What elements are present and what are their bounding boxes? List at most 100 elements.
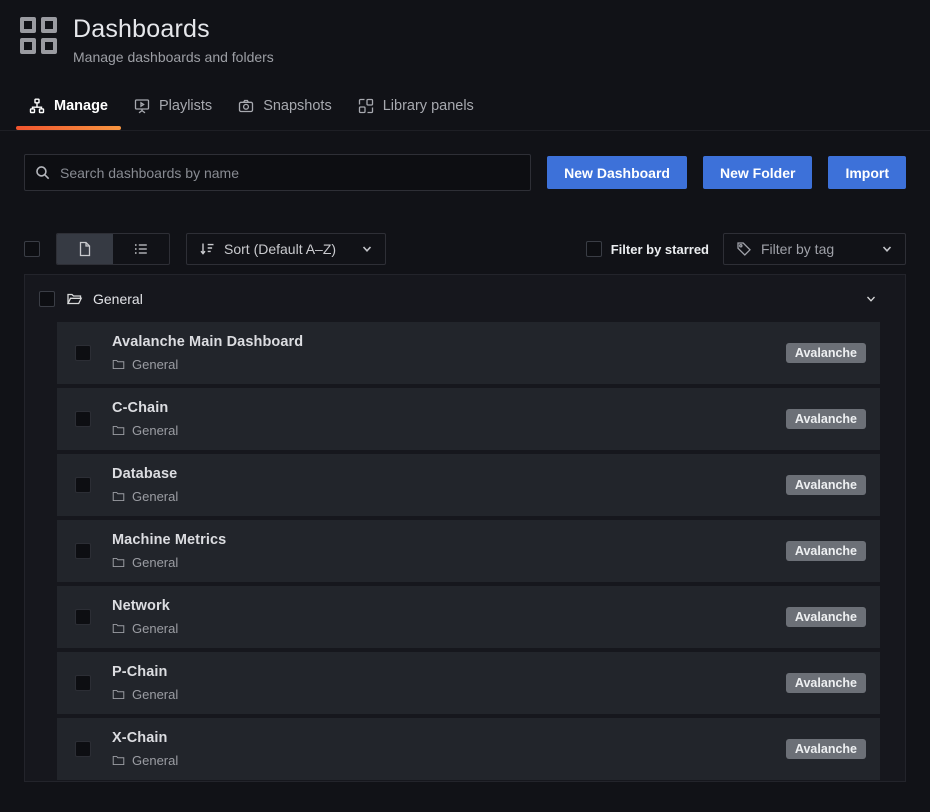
dashboard-folder-label: General bbox=[132, 357, 178, 372]
folder-icon bbox=[112, 490, 125, 503]
folder-icon bbox=[112, 622, 125, 635]
dashboard-folder-meta: General bbox=[112, 357, 303, 372]
dashboard-folder-meta: General bbox=[112, 687, 178, 702]
chevron-down-icon bbox=[361, 243, 373, 255]
tab-label: Library panels bbox=[383, 98, 474, 114]
sort-amount-down-icon bbox=[199, 241, 215, 257]
folder-section: General Avalanche Main Dashboard General… bbox=[24, 274, 906, 782]
select-all-checkbox[interactable] bbox=[24, 241, 40, 257]
dashboard-info: Network General bbox=[112, 598, 178, 636]
row-checkbox[interactable] bbox=[75, 543, 91, 559]
dashboard-folder-meta: General bbox=[112, 423, 178, 438]
folder-icon bbox=[112, 556, 125, 569]
folder-icon bbox=[112, 688, 125, 701]
page-subtitle: Manage dashboards and folders bbox=[73, 49, 274, 65]
new-folder-button[interactable]: New Folder bbox=[703, 156, 812, 189]
search-row: New Dashboard New Folder Import bbox=[24, 154, 906, 191]
row-checkbox[interactable] bbox=[75, 675, 91, 691]
library-panels-icon bbox=[358, 98, 374, 114]
filter-starred-checkbox[interactable] bbox=[586, 241, 602, 257]
sort-dropdown[interactable]: Sort (Default A–Z) bbox=[186, 233, 386, 265]
dashboard-folder-label: General bbox=[132, 423, 178, 438]
new-dashboard-button[interactable]: New Dashboard bbox=[547, 156, 687, 189]
import-button[interactable]: Import bbox=[828, 156, 906, 189]
folder-name: General bbox=[93, 291, 143, 307]
dashboard-tag[interactable]: Avalanche bbox=[786, 343, 866, 364]
dashboard-title[interactable]: Network bbox=[112, 598, 178, 614]
dashboard-tag[interactable]: Avalanche bbox=[786, 541, 866, 562]
dashboard-folder-meta: General bbox=[112, 489, 178, 504]
dashboard-row[interactable]: Database General Avalanche bbox=[57, 454, 880, 516]
chevron-down-icon bbox=[881, 243, 893, 255]
dashboard-row[interactable]: Network General Avalanche bbox=[57, 586, 880, 648]
dashboard-folder-label: General bbox=[132, 489, 178, 504]
dashboard-row[interactable]: X-Chain General Avalanche bbox=[57, 718, 880, 780]
camera-icon bbox=[238, 98, 254, 114]
list-icon bbox=[133, 241, 149, 257]
dashboard-info: Machine Metrics General bbox=[112, 532, 226, 570]
tag-icon bbox=[736, 241, 752, 257]
dashboard-title[interactable]: P-Chain bbox=[112, 664, 178, 680]
sort-label: Sort (Default A–Z) bbox=[224, 241, 336, 257]
filter-tag-dropdown[interactable]: Filter by tag bbox=[723, 233, 906, 265]
chevron-down-icon[interactable] bbox=[865, 293, 877, 305]
dashboard-folder-label: General bbox=[132, 621, 178, 636]
dashboard-folder-label: General bbox=[132, 753, 178, 768]
dashboard-title[interactable]: Machine Metrics bbox=[112, 532, 226, 548]
tab-label: Manage bbox=[54, 98, 108, 114]
tab-library-panels[interactable]: Library panels bbox=[345, 94, 487, 130]
filter-starred-label[interactable]: Filter by starred bbox=[611, 242, 709, 257]
dashboard-folder-meta: General bbox=[112, 753, 178, 768]
dashboard-folder-label: General bbox=[132, 687, 178, 702]
search-input[interactable] bbox=[24, 154, 531, 191]
toolbar: Sort (Default A–Z) Filter by starred Fil… bbox=[24, 233, 906, 265]
folder-icon bbox=[112, 358, 125, 371]
dashboard-folder-label: General bbox=[132, 555, 178, 570]
sitemap-icon bbox=[29, 98, 45, 114]
dashboard-title[interactable]: X-Chain bbox=[112, 730, 178, 746]
dashboard-title[interactable]: Avalanche Main Dashboard bbox=[112, 334, 303, 350]
folder-section-header[interactable]: General bbox=[25, 275, 905, 322]
dashboard-folder-meta: General bbox=[112, 555, 226, 570]
view-toggle bbox=[56, 233, 170, 265]
tab-manage[interactable]: Manage bbox=[16, 94, 121, 130]
dashboard-tag[interactable]: Avalanche bbox=[786, 475, 866, 496]
dashboard-folder-meta: General bbox=[112, 621, 178, 636]
dashboard-row[interactable]: Avalanche Main Dashboard General Avalanc… bbox=[57, 322, 880, 384]
folder-checkbox[interactable] bbox=[39, 291, 55, 307]
row-checkbox[interactable] bbox=[75, 477, 91, 493]
page-header: Dashboards Manage dashboards and folders bbox=[0, 0, 930, 65]
dashboard-tag[interactable]: Avalanche bbox=[786, 607, 866, 628]
dashboard-info: Database General bbox=[112, 466, 178, 504]
row-checkbox[interactable] bbox=[75, 411, 91, 427]
tab-snapshots[interactable]: Snapshots bbox=[225, 94, 345, 130]
dashboard-row[interactable]: Machine Metrics General Avalanche bbox=[57, 520, 880, 582]
dashboard-info: P-Chain General bbox=[112, 664, 178, 702]
list-view-button[interactable] bbox=[113, 234, 169, 264]
dashboard-row[interactable]: P-Chain General Avalanche bbox=[57, 652, 880, 714]
dashboard-title[interactable]: Database bbox=[112, 466, 178, 482]
tab-label: Snapshots bbox=[263, 98, 332, 114]
row-checkbox[interactable] bbox=[75, 345, 91, 361]
dashboard-title[interactable]: C-Chain bbox=[112, 400, 178, 416]
folder-icon bbox=[112, 424, 125, 437]
dashboard-tag[interactable]: Avalanche bbox=[786, 673, 866, 694]
dashboard-info: X-Chain General bbox=[112, 730, 178, 768]
folder-icon bbox=[112, 754, 125, 767]
tab-playlists[interactable]: Playlists bbox=[121, 94, 225, 130]
dashboard-info: C-Chain General bbox=[112, 400, 178, 438]
dashboard-info: Avalanche Main Dashboard General bbox=[112, 334, 303, 372]
dashboard-row[interactable]: C-Chain General Avalanche bbox=[57, 388, 880, 450]
apps-icon bbox=[20, 17, 57, 54]
search-icon bbox=[34, 164, 51, 181]
row-checkbox[interactable] bbox=[75, 609, 91, 625]
dashboard-list: Avalanche Main Dashboard General Avalanc… bbox=[25, 322, 905, 780]
row-checkbox[interactable] bbox=[75, 741, 91, 757]
file-icon bbox=[77, 241, 93, 257]
page-title: Dashboards bbox=[73, 15, 274, 44]
dashboard-tag[interactable]: Avalanche bbox=[786, 409, 866, 430]
folder-view-button[interactable] bbox=[57, 234, 113, 264]
folder-open-icon bbox=[66, 291, 83, 307]
filter-starred: Filter by starred bbox=[586, 241, 709, 257]
dashboard-tag[interactable]: Avalanche bbox=[786, 739, 866, 760]
